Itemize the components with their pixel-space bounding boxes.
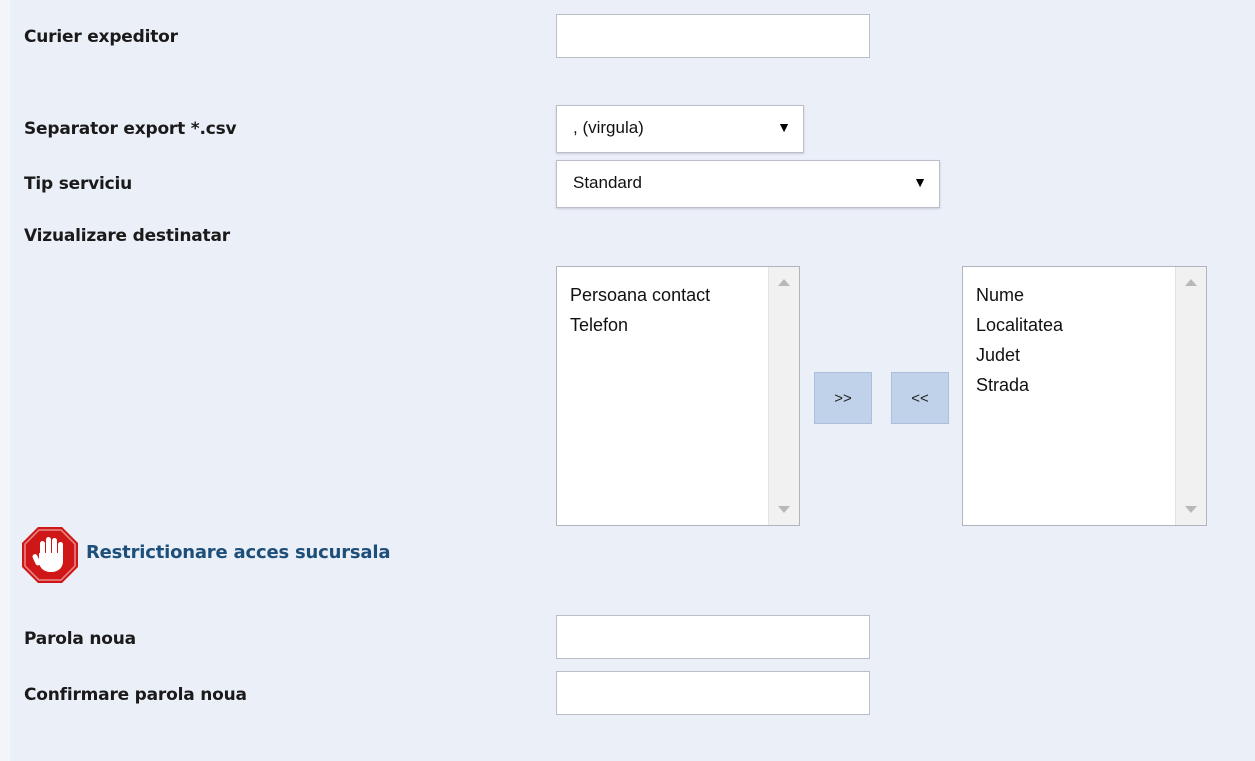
list-item[interactable]: Telefon [570,310,710,340]
list-item[interactable]: Persoana contact [570,280,710,310]
list-item[interactable]: Judet [976,340,1063,370]
separator-select[interactable]: , (virgula) ▼ [556,105,804,153]
dropdown-arrow-icon: ▼ [913,174,927,190]
service-selected-value: Standard [573,173,642,192]
scroll-down-icon[interactable] [1185,506,1197,513]
service-label: Tip serviciu [24,174,133,194]
remove-field-button[interactable]: << [891,372,949,424]
dropdown-arrow-icon: ▼ [777,119,791,135]
service-select[interactable]: Standard ▼ [556,160,940,208]
confirm-password-label: Confirmare parola noua [24,685,247,705]
stop-hand-icon [22,527,78,583]
scroll-up-icon[interactable] [1185,279,1197,286]
left-margin [0,0,10,761]
list-item[interactable]: Localitatea [976,310,1063,340]
recipient-view-label: Vizualizare destinatar [24,226,230,246]
restriction-title[interactable]: Restrictionare acces sucursala [86,542,391,563]
separator-selected-value: , (virgula) [573,118,644,137]
scrollbar[interactable] [768,267,799,525]
list-item[interactable]: Strada [976,370,1063,400]
available-fields-list[interactable]: Persoana contact Telefon [556,266,800,526]
courier-input[interactable] [556,14,870,58]
scroll-down-icon[interactable] [778,506,790,513]
scroll-up-icon[interactable] [778,279,790,286]
confirm-password-field[interactable] [556,671,870,715]
add-field-button[interactable]: >> [814,372,872,424]
scrollbar[interactable] [1175,267,1206,525]
restriction-section-header[interactable]: Restrictionare acces sucursala [20,525,391,585]
courier-label: Curier expeditor [24,27,178,47]
selected-fields-list[interactable]: Nume Localitatea Judet Strada [962,266,1207,526]
separator-label: Separator export *.csv [24,119,237,139]
new-password-field[interactable] [556,615,870,659]
new-password-label: Parola noua [24,629,136,649]
list-item[interactable]: Nume [976,280,1063,310]
